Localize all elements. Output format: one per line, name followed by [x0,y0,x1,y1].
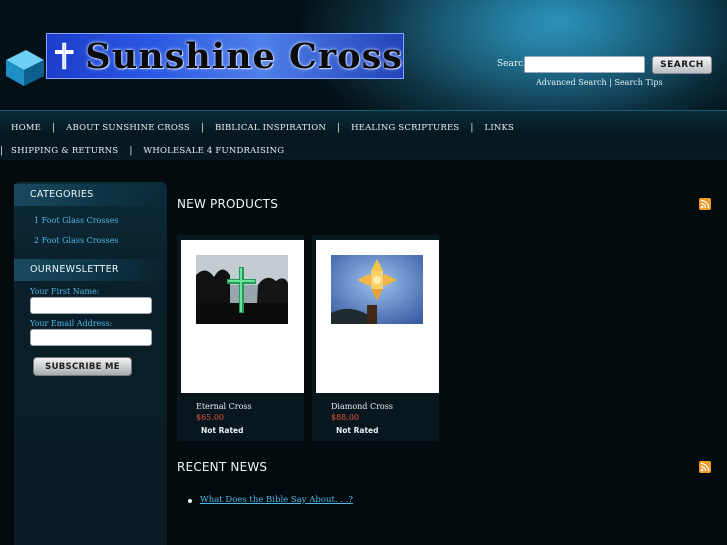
rss-icon[interactable] [699,461,711,473]
subscribe-button[interactable]: SUBSCRIBE ME [33,357,132,376]
email-field[interactable] [30,329,152,346]
nav-wholesale[interactable]: WHOLESALE 4 FUNDRAISING [143,146,284,156]
search-input[interactable] [524,56,645,73]
logo-text: Sunshine Cross [85,35,403,77]
site-logo[interactable]: Sunshine Cross [46,33,404,79]
nav-separator: | [470,123,474,133]
site-header: Sunshine Cross Search SEARCH Advanced Se… [0,0,727,110]
search-button[interactable]: SEARCH [652,56,712,74]
nav-row-1: HOME | ABOUT SUNSHINE CROSS | BIBLICAL I… [11,123,514,133]
list-bullet [188,499,192,503]
nav-shipping-returns[interactable]: SHIPPING & RETURNS [11,146,118,156]
categories-heading: CATEGORIES [30,189,94,200]
product-image-frame[interactable] [181,240,304,393]
category-link-2-foot[interactable]: 2 Foot Glass Crosses [34,236,118,245]
nav-separator: | [52,123,56,133]
nav-separator: | [0,146,4,156]
nav-separator: | [129,146,133,156]
product-name[interactable]: Eternal Cross [196,402,252,411]
email-label: Your Email Address: [30,319,113,328]
product-card-diamond-cross[interactable]: Diamond Cross $88.00 Not Rated [312,235,439,441]
diamond-cross-image[interactable] [331,255,423,324]
search-links: Advanced Search | Search Tips [536,78,663,87]
nav-separator: | [337,123,341,133]
category-link-1-foot[interactable]: 1 Foot Glass Crosses [34,216,118,225]
new-products-title: NEW PRODUCTS [177,197,279,211]
product-name[interactable]: Diamond Cross [331,402,393,411]
first-name-label: Your First Name: [30,287,100,296]
main-nav: HOME | ABOUT SUNSHINE CROSS | BIBLICAL I… [0,110,727,160]
eternal-cross-image[interactable] [196,255,288,324]
nav-biblical-inspiration[interactable]: BIBLICAL INSPIRATION [215,123,326,133]
search-tips-link[interactable]: Search Tips [614,78,662,87]
product-card-eternal-cross[interactable]: Eternal Cross $65.00 Not Rated [177,235,304,441]
product-price: $88.00 [331,413,359,422]
product-image-frame[interactable] [316,240,439,393]
nav-home[interactable]: HOME [11,123,41,133]
nav-separator: | [200,123,204,133]
nav-row-2: | SHIPPING & RETURNS | WHOLESALE 4 FUNDR… [0,146,284,156]
cross-icon [54,42,74,70]
product-price: $65.00 [196,413,224,422]
news-link[interactable]: What Does the Bible Say About. . .? [200,495,353,505]
newsletter-heading: OURNEWSLETTER [30,264,119,275]
rss-icon[interactable] [699,198,711,210]
product-rating: Not Rated [336,426,379,435]
first-name-field[interactable] [30,297,152,314]
advanced-search-link[interactable]: Advanced Search [536,78,607,87]
nav-about[interactable]: ABOUT SUNSHINE CROSS [66,123,190,133]
product-rating: Not Rated [201,426,244,435]
nav-healing-scriptures[interactable]: HEALING SCRIPTURES [351,123,459,133]
nav-links[interactable]: LINKS [484,123,514,133]
recent-news-title: RECENT NEWS [177,460,268,474]
sidebar: CATEGORIES 1 Foot Glass Crosses 2 Foot G… [14,182,167,545]
search-link-separator: | [609,78,612,87]
cube-icon [6,50,44,86]
